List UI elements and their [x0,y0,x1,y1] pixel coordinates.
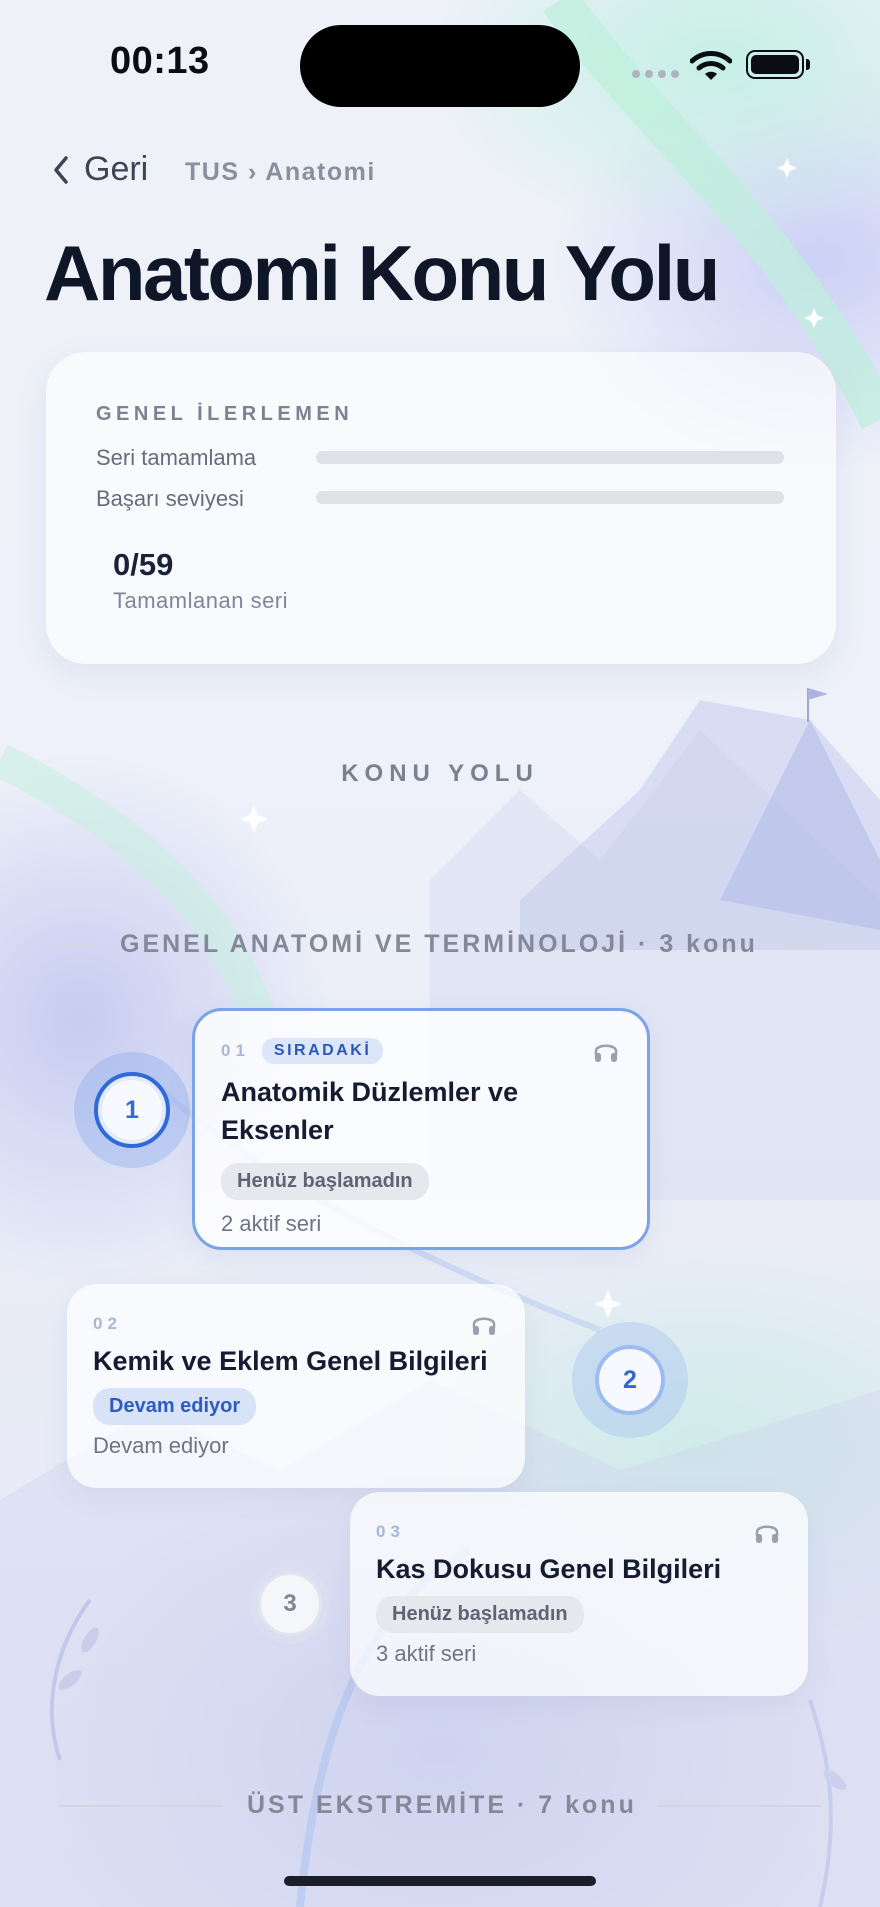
headphones-icon [755,1525,779,1543]
topic-subtitle: 3 aktif seri [376,1641,477,1666]
path-node-2[interactable]: 2 [572,1322,688,1438]
dynamic-island [300,25,580,107]
page-title: Anatomi Konu Yolu [44,229,720,317]
status-badge: Henüz başlamadın [376,1596,584,1633]
completed-count-label: Tamamlanan seri [113,588,289,613]
node-number: 3 [258,1572,322,1636]
series-completion-bar [316,451,784,464]
topic-title: Anatomik Düzlemler ve Eksenler [221,1077,519,1145]
headphones-icon [472,1317,496,1335]
topic-number: 02 [93,1314,122,1333]
status-time: 00:13 [110,40,210,82]
topic-title: Kemik ve Eklem Genel Bilgileri [93,1346,488,1376]
section-divider-right [658,1805,822,1807]
section-divider-left [58,944,96,946]
topic-card-kemik-eklem[interactable]: 02 Kemik ve Eklem Genel Bilgileri Devam … [67,1284,525,1488]
success-level-label: Başarı seviyesi [96,486,244,511]
section-title: GENEL ANATOMİ VE TERMİNOLOJİ · 3 konu [120,930,758,958]
topic-number: 01 [221,1041,250,1060]
section-divider-left [58,1805,222,1807]
path-node-3[interactable]: 3 [250,1564,330,1644]
signal-icon [632,70,679,78]
success-level-bar [316,491,784,504]
progress-heading: GENEL İLERLEMEN [96,403,354,425]
topic-card-anatomik-duzlemler[interactable]: 01 SIRADAKİ Anatomik Düzlemler ve Eksenl… [192,1008,650,1250]
back-label: Geri [84,150,149,188]
topic-number: 03 [376,1522,405,1541]
series-completion-label: Seri tamamlama [96,445,257,470]
node-number: 2 [595,1345,665,1415]
next-badge: SIRADAKİ [261,1038,384,1064]
node-number: 1 [94,1072,170,1148]
home-indicator[interactable] [284,1876,596,1886]
headphones-icon [594,1044,618,1062]
back-button[interactable]: Geri [52,150,148,189]
wifi-icon [690,51,732,80]
battery-cap [806,59,810,70]
topic-title: Kas Dokusu Genel Bilgileri [376,1554,722,1584]
status-badge: Henüz başlamadın [221,1163,429,1200]
path-title: KONU YOLU [341,760,539,787]
section-title: ÜST EKSTREMİTE · 7 konu [247,1791,637,1819]
path-node-1[interactable]: 1 [74,1052,190,1168]
chevron-left-icon [54,155,68,184]
topic-subtitle: Devam ediyor [93,1433,229,1458]
topic-card-kas-dokusu[interactable]: 03 Kas Dokusu Genel Bilgileri Henüz başl… [350,1492,808,1696]
section-divider-right [784,944,822,946]
status-badge: Devam ediyor [93,1388,257,1425]
battery-icon [746,50,804,79]
topic-subtitle: 2 aktif seri [221,1211,322,1236]
breadcrumb: TUS › Anatomi [185,158,376,186]
completed-count: 0/59 [113,547,174,582]
